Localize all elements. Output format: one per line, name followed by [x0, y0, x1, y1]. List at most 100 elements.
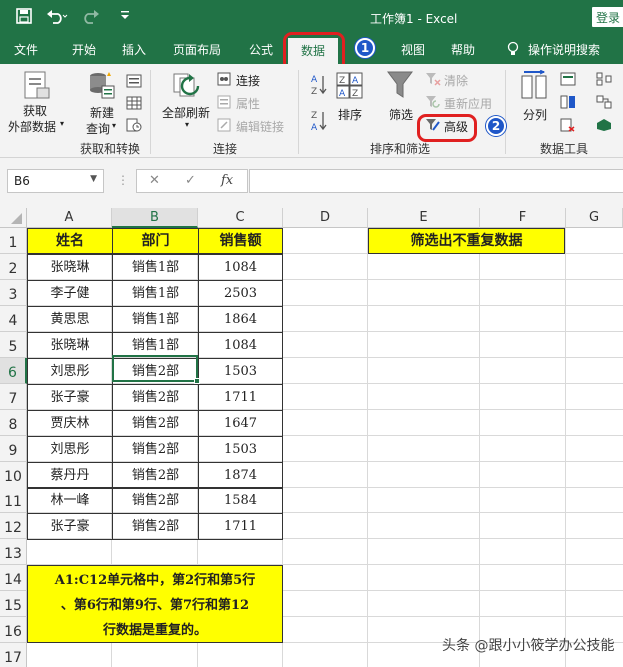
row-header-9[interactable]: 9	[0, 436, 27, 462]
remove-duplicates-icon[interactable]	[560, 95, 576, 112]
row-header-12[interactable]: 12	[0, 513, 27, 539]
row-header-13[interactable]: 13	[0, 539, 27, 565]
recent-sources-icon[interactable]	[126, 118, 142, 135]
cell-department[interactable]: 销售2部	[112, 462, 199, 489]
flash-fill-icon[interactable]	[560, 72, 576, 89]
data-validation-icon[interactable]	[560, 118, 576, 135]
row-header-3[interactable]: 3	[0, 280, 27, 306]
row-header-4[interactable]: 4	[0, 306, 27, 332]
cell-sales[interactable]: 1864	[198, 306, 283, 333]
row-header-10[interactable]: 10	[0, 462, 27, 488]
row-header-17[interactable]: 17	[0, 643, 27, 667]
get-external-data-button[interactable]: 获取	[23, 102, 47, 119]
cell-department[interactable]: 销售2部	[112, 436, 199, 463]
formula-bar-splitter-icon[interactable]: ⋮	[117, 173, 129, 187]
cell-sales[interactable]: 1711	[198, 513, 283, 540]
cell-name[interactable]: 张子豪	[27, 384, 113, 411]
column-header-e[interactable]: E	[368, 208, 480, 228]
formula-input[interactable]	[249, 169, 623, 193]
data-model-icon[interactable]	[596, 118, 612, 135]
relationships-icon[interactable]	[596, 95, 612, 112]
new-query-button[interactable]: 新建	[90, 104, 114, 121]
quick-access-customize-icon[interactable]	[120, 8, 130, 23]
column-header-f[interactable]: F	[480, 208, 566, 228]
row-header-14[interactable]: 14	[0, 565, 27, 591]
cell-name[interactable]: 张子豪	[27, 513, 113, 540]
cell-department[interactable]: 销售2部	[112, 513, 199, 540]
e1-label-cell[interactable]: 筛选出不重复数据	[368, 228, 565, 254]
filter-button[interactable]: 筛选	[389, 106, 413, 123]
row-header-6[interactable]: 6	[0, 358, 27, 384]
cell-sales[interactable]: 1647	[198, 410, 283, 437]
row-header-15[interactable]: 15	[0, 591, 27, 617]
cell-sales[interactable]: 1503	[198, 436, 283, 463]
tab-view[interactable]: 视图	[401, 41, 425, 58]
sort-ascending-icon[interactable]: AZ	[310, 72, 328, 101]
cell-sales[interactable]: 1084	[198, 332, 283, 359]
header-cell-sales[interactable]: 销售额	[198, 228, 283, 254]
row-header-8[interactable]: 8	[0, 410, 27, 436]
tab-insert[interactable]: 插入	[122, 41, 146, 58]
row-header-1[interactable]: 1	[0, 228, 27, 254]
cell-sales[interactable]: 1874	[198, 462, 283, 489]
cell-name[interactable]: 贾庆林	[27, 410, 113, 437]
chevron-down-icon[interactable]: ▼	[90, 174, 97, 184]
refresh-all-button[interactable]: 全部刷新	[162, 104, 210, 121]
row-header-16[interactable]: 16	[0, 617, 27, 643]
tab-help[interactable]: 帮助	[451, 41, 475, 58]
text-to-columns-button[interactable]: 分列	[523, 106, 547, 123]
cell-name[interactable]: 张晓琳	[27, 254, 113, 281]
tell-me-search[interactable]: 操作说明搜索	[528, 41, 600, 58]
cell-department[interactable]: 销售2部	[112, 487, 199, 514]
row-header-5[interactable]: 5	[0, 332, 27, 358]
cell-sales[interactable]: 2503	[198, 280, 283, 307]
connections-button[interactable]: 连接	[236, 72, 260, 89]
worksheet-grid[interactable]: A B C D E F G 1 2 3 4 5 6 7 8 9 10 11 12 13 14 15 16 17 …	[0, 208, 623, 667]
cell-name[interactable]: 林一峰	[27, 487, 113, 514]
tab-file[interactable]: 文件	[14, 41, 38, 58]
column-header-b[interactable]: B	[112, 208, 198, 228]
edit-links-button[interactable]: 编辑链接	[236, 118, 284, 135]
cell-sales[interactable]: 1503	[198, 358, 283, 385]
show-queries-icon[interactable]	[126, 74, 142, 91]
column-header-a[interactable]: A	[27, 208, 112, 228]
row-header-11[interactable]: 11	[0, 487, 27, 513]
row-header-2[interactable]: 2	[0, 254, 27, 280]
sort-descending-icon[interactable]: ZA	[310, 108, 328, 137]
undo-icon[interactable]	[46, 8, 68, 28]
properties-button[interactable]: 属性	[236, 95, 260, 112]
sort-button[interactable]: 排序	[338, 106, 362, 123]
tab-home[interactable]: 开始	[72, 41, 96, 58]
cell-name[interactable]: 刘思彤	[27, 436, 113, 463]
cell-department[interactable]: 销售2部	[112, 410, 199, 437]
reapply-button[interactable]: 重新应用	[444, 95, 492, 112]
header-cell-name[interactable]: 姓名	[27, 228, 113, 254]
select-all-corner[interactable]	[0, 208, 27, 228]
cell-name[interactable]: 黄思思	[27, 306, 113, 333]
cell-department[interactable]: 销售1部	[112, 280, 199, 307]
tab-formulas[interactable]: 公式	[249, 41, 273, 58]
cell-name[interactable]: 蔡丹丹	[27, 462, 113, 489]
login-button[interactable]: 登录	[592, 7, 623, 27]
tab-page-layout[interactable]: 页面布局	[173, 41, 221, 58]
new-query-label[interactable]: 查询	[86, 120, 110, 137]
active-cell-selection[interactable]	[112, 355, 200, 384]
consolidate-icon[interactable]	[596, 72, 612, 89]
note-box[interactable]: A1:C12单元格中，第2行和第5行 、第6行和第9行、第7行和第12 行数据是…	[27, 565, 283, 643]
cell-name[interactable]: 李子健	[27, 280, 113, 307]
header-cell-department[interactable]: 部门	[112, 228, 199, 254]
insert-function-icon[interactable]: fx	[221, 173, 233, 188]
cell-name[interactable]: 刘思彤	[27, 358, 113, 385]
cancel-icon[interactable]: ✕	[149, 173, 160, 188]
redo-icon[interactable]	[82, 8, 104, 28]
clear-button[interactable]: 清除	[444, 72, 468, 89]
check-icon[interactable]: ✓	[185, 173, 196, 188]
column-header-d[interactable]: D	[283, 208, 368, 228]
name-box[interactable]: B6 ▼	[7, 169, 104, 193]
from-table-icon[interactable]	[126, 96, 142, 113]
cell-department[interactable]: 销售2部	[112, 384, 199, 411]
cell-department[interactable]: 销售1部	[112, 306, 199, 333]
cell-name[interactable]: 张晓琳	[27, 332, 113, 359]
fill-handle[interactable]	[194, 378, 200, 384]
cell-sales[interactable]: 1584	[198, 487, 283, 514]
